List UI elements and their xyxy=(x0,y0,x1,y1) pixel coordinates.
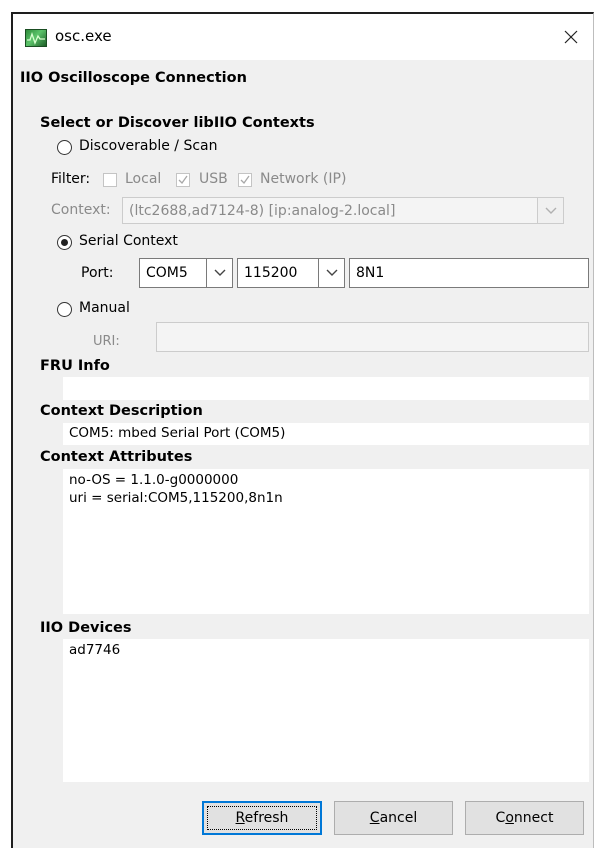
context-attributes-title: Context Attributes xyxy=(40,449,193,465)
cancel-mnemonic: C xyxy=(369,810,380,826)
connect-prefix: C xyxy=(495,810,506,826)
iio-devices-panel: ad7746 xyxy=(63,639,589,782)
uri-input[interactable] xyxy=(156,322,589,352)
connect-label: nnect xyxy=(513,810,554,826)
fru-info-title: FRU Info xyxy=(40,358,110,374)
chevron-down-icon xyxy=(326,269,337,276)
scan-radio-label: Discoverable / Scan xyxy=(79,138,218,154)
context-description-text: COM5: mbed Serial Port (COM5) xyxy=(69,425,286,441)
connect-mnemonic: o xyxy=(505,810,514,826)
filter-network-label: Network (IP) xyxy=(260,171,347,187)
manual-label: Manual xyxy=(79,300,130,316)
checkmark-icon xyxy=(178,175,188,185)
serial-format-input[interactable]: 8N1 xyxy=(349,258,589,288)
attribute-line: no-OS = 1.1.0-g0000000 xyxy=(69,472,239,488)
close-button[interactable] xyxy=(549,14,593,60)
filter-local-label: Local xyxy=(125,171,162,187)
context-description-panel: COM5: mbed Serial Port (COM5) xyxy=(63,423,589,445)
filter-usb-checkbox[interactable] xyxy=(176,173,190,187)
device-item[interactable]: ad7746 xyxy=(69,641,583,659)
scan-radio[interactable] xyxy=(57,140,72,155)
connection-dialog: osc.exe IIO Oscilloscope Connection Sele… xyxy=(11,12,594,848)
close-icon xyxy=(564,30,578,44)
context-select[interactable]: (ltc2688,ad7124-8) [ip:analog-2.local] xyxy=(122,197,538,224)
context-attributes-panel: no-OS = 1.1.0-g0000000 uri = serial:COM5… xyxy=(63,469,589,614)
connect-button[interactable]: Connect xyxy=(465,801,584,835)
filter-local-checkbox[interactable] xyxy=(103,173,117,187)
discover-section-title: Select or Discover libIIO Contexts xyxy=(40,115,315,131)
manual-radio[interactable] xyxy=(57,302,72,317)
fru-info-panel xyxy=(63,377,589,400)
window-title: osc.exe xyxy=(55,27,112,45)
cancel-button[interactable]: Cancel xyxy=(334,801,453,835)
title-bar: osc.exe xyxy=(13,14,593,60)
chevron-down-icon xyxy=(545,207,556,214)
filter-usb-label: USB xyxy=(199,171,228,187)
checkmark-icon xyxy=(240,175,250,185)
dialog-heading: IIO Oscilloscope Connection xyxy=(20,70,247,86)
iio-devices-title: IIO Devices xyxy=(40,620,132,636)
filter-network-checkbox[interactable] xyxy=(238,173,252,187)
context-dropdown-button[interactable] xyxy=(537,197,564,224)
refresh-button[interactable]: Refresh xyxy=(202,801,322,835)
filter-label: Filter: xyxy=(51,171,91,187)
serial-context-radio[interactable] xyxy=(57,235,72,250)
oscilloscope-app-icon xyxy=(25,29,47,47)
context-description-title: Context Description xyxy=(40,403,203,419)
context-label: Context: xyxy=(51,202,111,218)
baud-rate-select[interactable]: 115200 xyxy=(237,258,319,288)
port-select[interactable]: COM5 xyxy=(139,258,207,288)
cancel-label: ancel xyxy=(379,810,418,826)
port-dropdown-button[interactable] xyxy=(206,258,233,288)
baud-rate-dropdown-button[interactable] xyxy=(318,258,345,288)
uri-label: URI: xyxy=(93,334,120,349)
serial-context-label: Serial Context xyxy=(79,233,178,249)
chevron-down-icon xyxy=(214,269,225,276)
port-label: Port: xyxy=(81,265,114,281)
attribute-line: uri = serial:COM5,115200,8n1n xyxy=(69,490,283,506)
